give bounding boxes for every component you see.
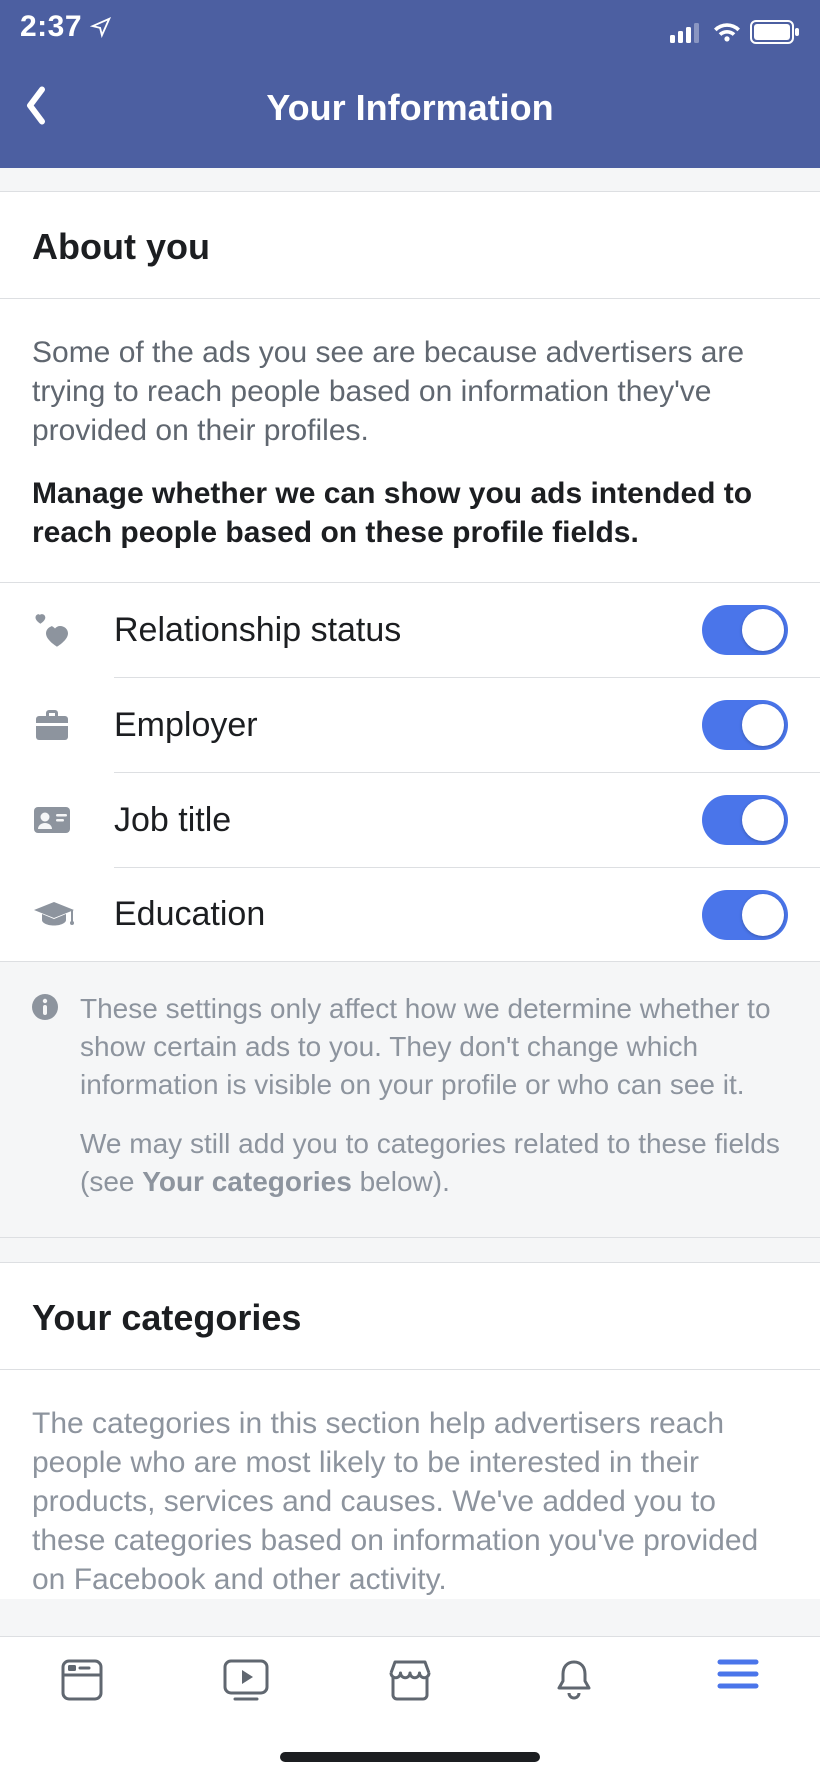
field-employer: Employer (0, 678, 820, 772)
status-time: 2:37 (20, 10, 82, 44)
wifi-icon (712, 21, 742, 43)
marketplace-icon (385, 1657, 435, 1703)
hearts-icon (32, 612, 92, 648)
bell-icon (553, 1657, 595, 1703)
nav-bar: Your Information (0, 48, 820, 168)
field-education: Education (0, 868, 820, 962)
tab-notifications[interactable] (544, 1657, 604, 1703)
profile-fields-list: Relationship status Employer (0, 583, 820, 962)
toggle-employer[interactable] (702, 700, 788, 750)
info-paragraph-2: We may still add you to categories relat… (80, 1125, 788, 1201)
about-paragraph-2: Manage whether we can show you ads inten… (32, 474, 788, 552)
section-description-about: Some of the ads you see are because adve… (0, 299, 820, 583)
tab-watch[interactable] (216, 1657, 276, 1703)
tab-marketplace[interactable] (380, 1657, 440, 1703)
briefcase-icon (32, 707, 92, 743)
section-heading-categories: Your categories (0, 1262, 820, 1370)
newsfeed-icon (59, 1657, 105, 1703)
toggle-job-title[interactable] (702, 795, 788, 845)
location-arrow-icon (90, 16, 112, 38)
section-description-categories: The categories in this section help adve… (0, 1370, 820, 1599)
id-card-icon (32, 805, 92, 835)
watch-icon (221, 1657, 271, 1703)
toggle-relationship-status[interactable] (702, 605, 788, 655)
battery-icon (750, 20, 800, 44)
content-scroll[interactable]: About you Some of the ads you see are be… (0, 168, 820, 1636)
info-icon (32, 990, 60, 1201)
field-label: Education (92, 895, 702, 934)
status-bar: 2:37 (0, 0, 820, 48)
field-label: Job title (92, 801, 702, 840)
info-note: These settings only affect how we determ… (0, 962, 820, 1238)
field-label: Employer (92, 706, 702, 745)
home-indicator[interactable] (280, 1752, 540, 1762)
page-title: Your Information (266, 87, 553, 129)
cellular-signal-icon (670, 21, 704, 43)
status-icons (670, 20, 800, 44)
back-button[interactable] (24, 86, 48, 131)
toggle-education[interactable] (702, 890, 788, 940)
field-job-title: Job title (0, 773, 820, 867)
categories-paragraph-1: The categories in this section help adve… (32, 1404, 788, 1599)
tab-newsfeed[interactable] (52, 1657, 112, 1703)
tab-menu[interactable] (708, 1657, 768, 1691)
chevron-left-icon (24, 86, 48, 126)
graduation-cap-icon (32, 900, 92, 930)
field-label: Relationship status (92, 611, 702, 650)
field-relationship-status: Relationship status (0, 583, 820, 677)
hamburger-icon (716, 1657, 760, 1691)
about-paragraph-1: Some of the ads you see are because adve… (32, 333, 788, 450)
section-heading-about: About you (0, 192, 820, 299)
tab-bar (0, 1636, 820, 1776)
info-paragraph-1: These settings only affect how we determ… (80, 990, 788, 1103)
